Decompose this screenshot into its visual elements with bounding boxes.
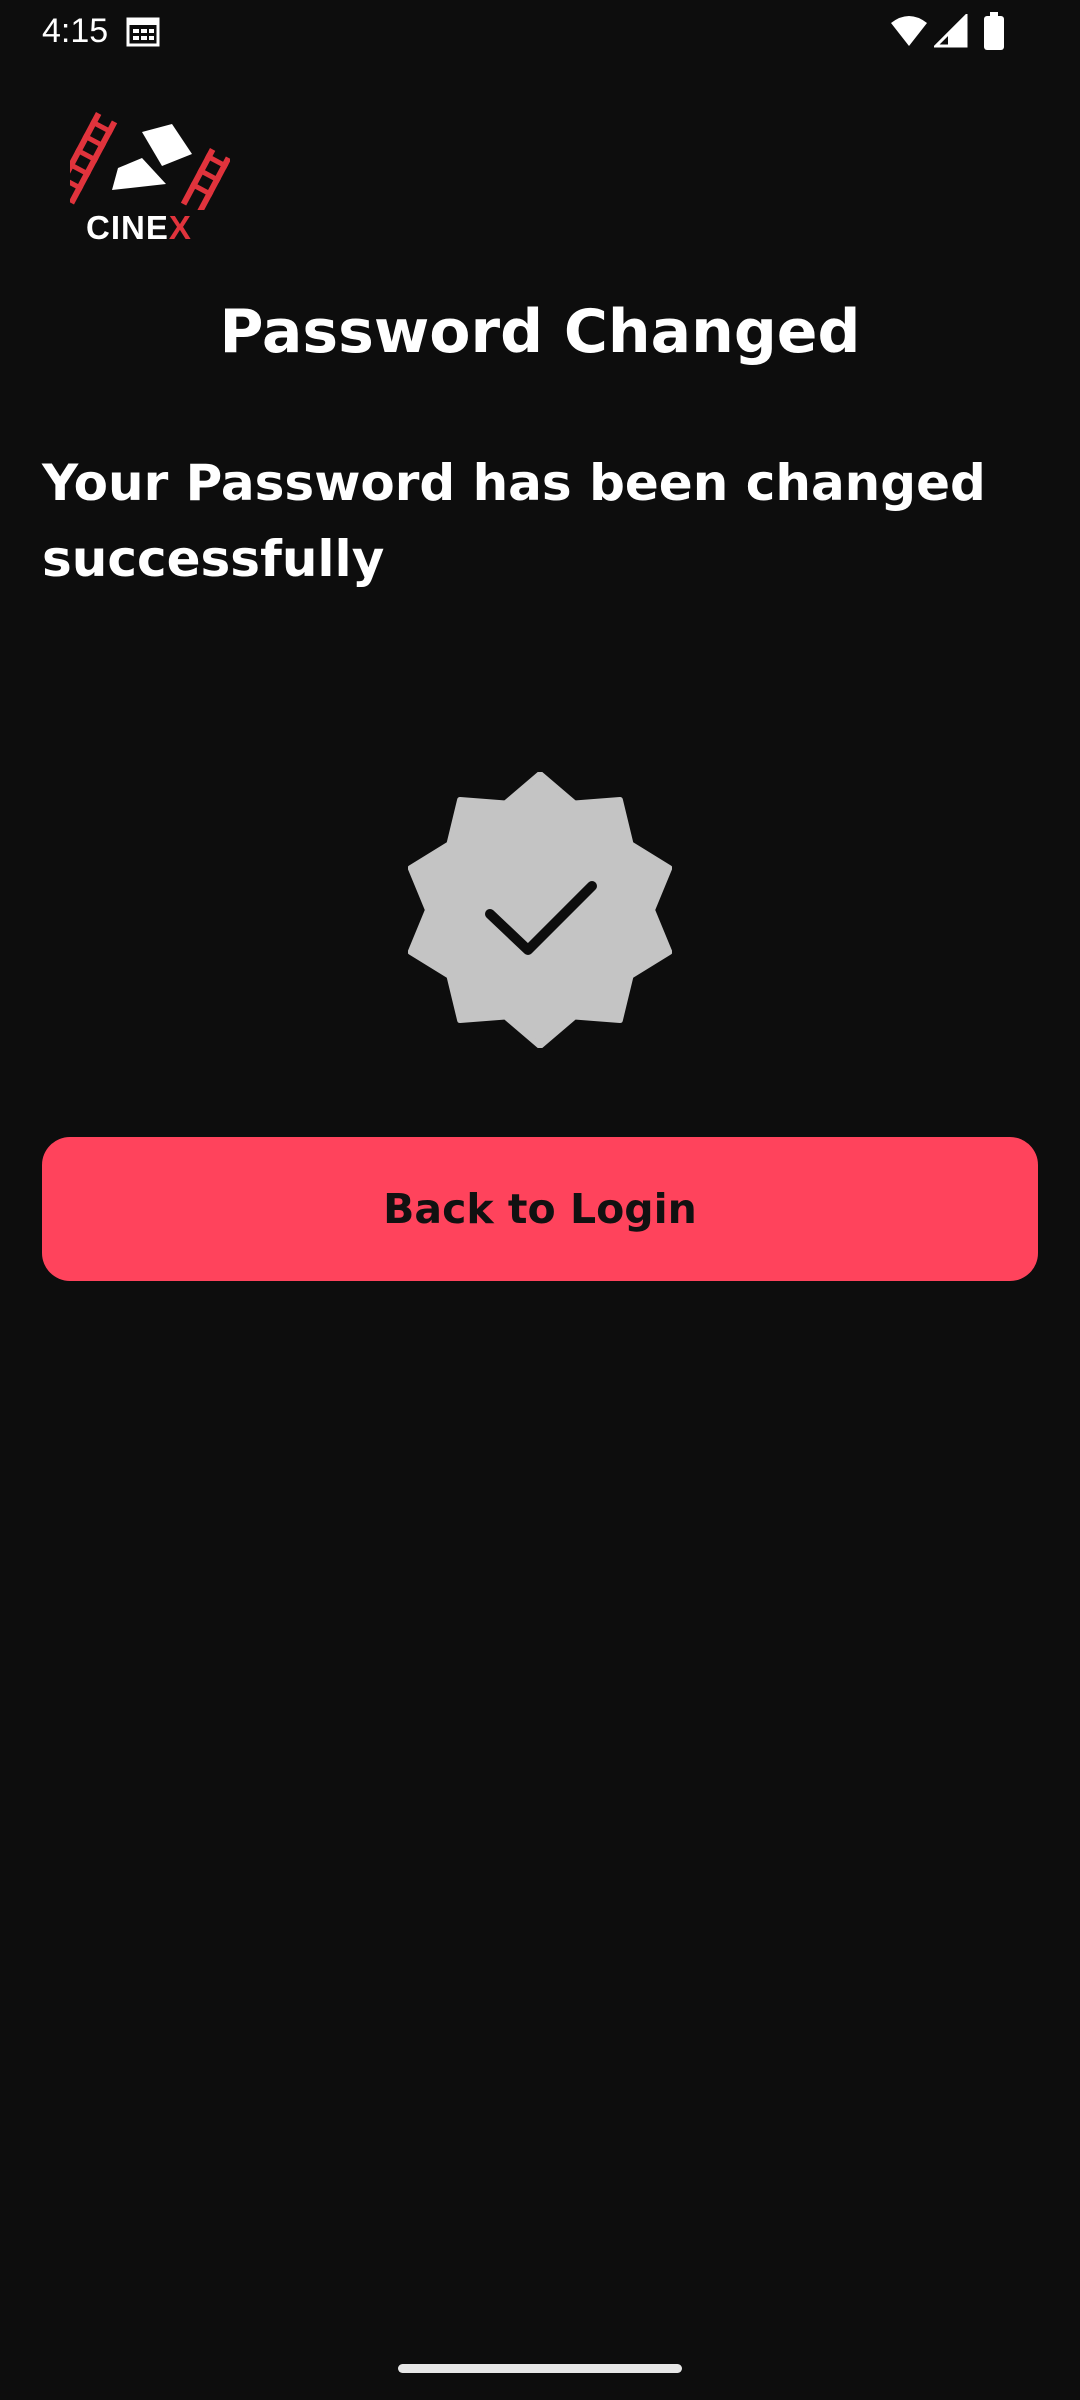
back-to-login-button[interactable]: Back to Login bbox=[42, 1137, 1038, 1281]
signal-icon bbox=[934, 14, 968, 48]
battery-icon bbox=[984, 12, 1004, 50]
film-strip-logo-icon bbox=[70, 112, 230, 210]
cinex-logo: CINEX bbox=[70, 110, 230, 250]
wifi-icon bbox=[891, 16, 927, 46]
success-message: Your Password has been changed successfu… bbox=[42, 454, 986, 588]
page-title: Password Changed bbox=[219, 297, 861, 367]
logo-wordmark: CINEX bbox=[86, 209, 192, 246]
status-bar: 4:15 bbox=[0, 0, 1080, 62]
calendar-icon bbox=[126, 17, 160, 47]
status-time: 4:15 bbox=[42, 12, 109, 50]
check-badge-icon bbox=[408, 772, 672, 1048]
home-indicator[interactable] bbox=[398, 2364, 682, 2373]
